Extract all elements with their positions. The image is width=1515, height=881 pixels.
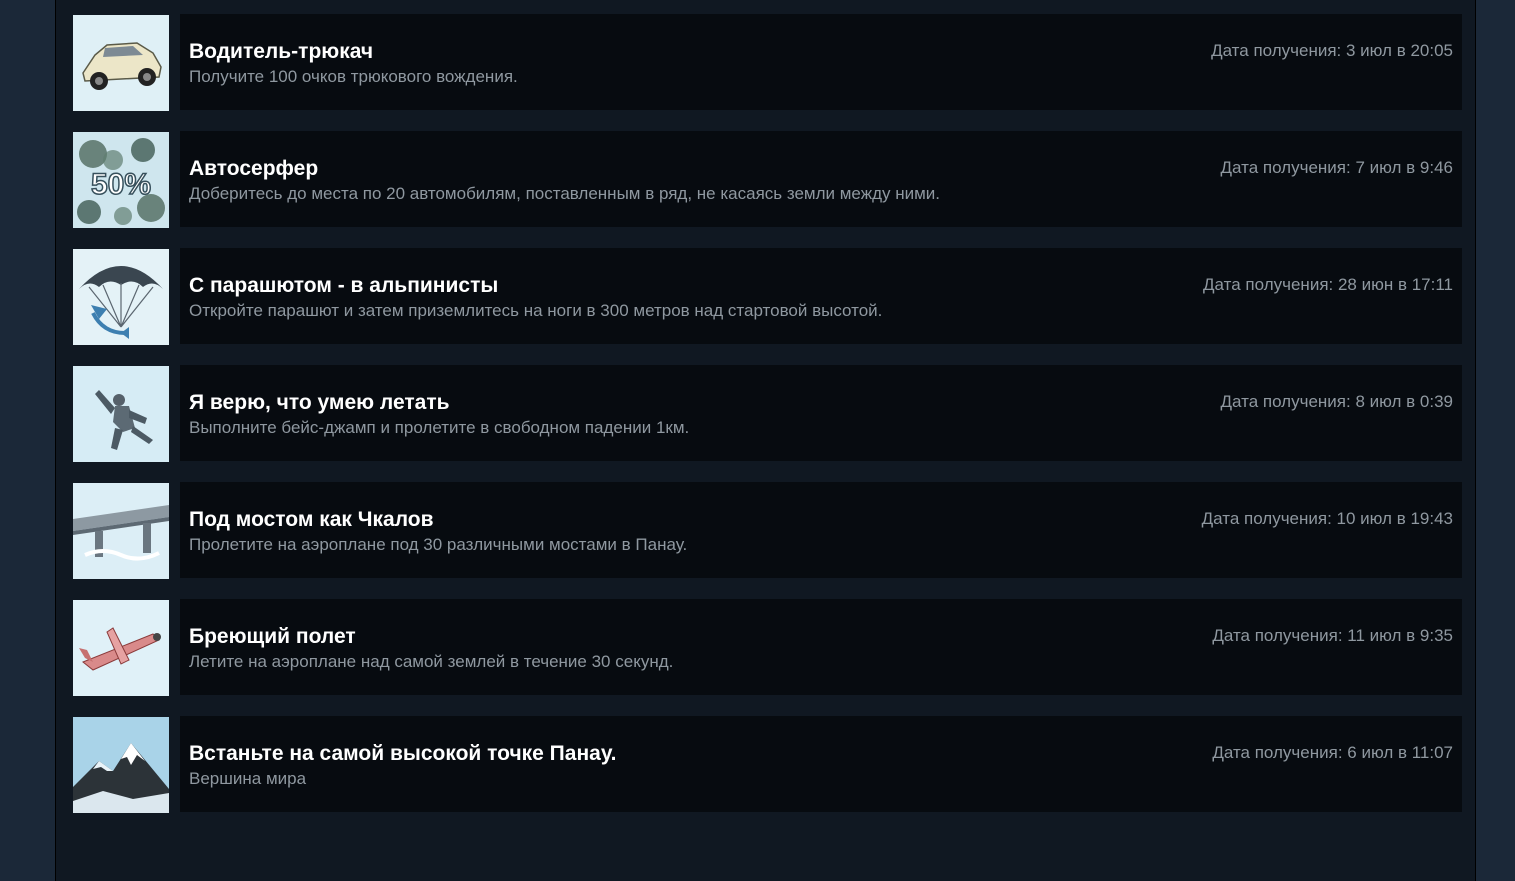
unlock-date: Дата получения: 10 июл в 19:43: [1201, 509, 1453, 528]
achievement-card: Под мостом как Чкалов Пролетите на аэроп…: [180, 482, 1462, 578]
achievements-panel: Водитель-трюкач Получите 100 очков трюко…: [55, 0, 1476, 881]
parachute-icon: [73, 249, 169, 345]
achievement-description: Получите 100 очков трюкового вождения.: [189, 67, 518, 86]
achievement-description: Доберитесь до места по 20 автомобилям, п…: [189, 184, 940, 203]
icon-percent-text: 50%: [91, 168, 151, 201]
unlock-date: Дата получения: 7 июл в 9:46: [1220, 158, 1453, 177]
achievement-title: Встаньте на самой высокой точке Панау.: [189, 742, 617, 765]
achievement-description: Летите на аэроплане над самой землей в т…: [189, 652, 674, 671]
achievement-row: Я верю, что умею летать Выполните бейс-д…: [73, 365, 1462, 462]
achievement-card: Я верю, что умею летать Выполните бейс-д…: [180, 365, 1462, 461]
achievement-description: Пролетите на аэроплане под 30 различными…: [189, 535, 688, 554]
achievement-title: Бреющий полет: [189, 625, 356, 648]
achievement-row: Встаньте на самой высокой точке Панау. В…: [73, 716, 1462, 813]
mountain-peak-icon: [73, 717, 169, 813]
achievement-title: Автосерфер: [189, 157, 319, 180]
bridge-icon: [73, 483, 169, 579]
achievement-title: Я верю, что умею летать: [189, 391, 450, 414]
achievement-card: Водитель-трюкач Получите 100 очков трюко…: [180, 14, 1462, 110]
achievement-row: 50% Автосерфер Доберитесь до места по 20…: [73, 131, 1462, 228]
unlock-date: Дата получения: 11 июл в 9:35: [1212, 626, 1453, 645]
achievement-description: Выполните бейс-джамп и пролетите в свобо…: [189, 418, 690, 437]
car-surfer-50-percent-icon: 50%: [73, 132, 169, 228]
achievement-card: Встаньте на самой высокой точке Панау. В…: [180, 716, 1462, 812]
achievement-card: Автосерфер Доберитесь до места по 20 авт…: [180, 131, 1462, 227]
airplane-icon: [73, 600, 169, 696]
achievement-description: Вершина мира: [189, 769, 307, 788]
achievement-title: С парашютом - в альпинисты: [189, 274, 499, 297]
stunt-car-icon: [73, 15, 169, 111]
achievement-card: Бреющий полет Летите на аэроплане над са…: [180, 599, 1462, 695]
achievement-row: Водитель-трюкач Получите 100 очков трюко…: [73, 14, 1462, 111]
unlock-date: Дата получения: 28 июн в 17:11: [1203, 275, 1453, 294]
unlock-date: Дата получения: 3 июл в 20:05: [1211, 41, 1453, 60]
achievement-row: Бреющий полет Летите на аэроплане над са…: [73, 599, 1462, 696]
skydiver-icon: [73, 366, 169, 462]
achievement-title: Водитель-трюкач: [189, 40, 374, 63]
achievement-list: Водитель-трюкач Получите 100 очков трюко…: [73, 14, 1462, 833]
unlock-date: Дата получения: 8 июл в 0:39: [1220, 392, 1453, 411]
achievement-row: Под мостом как Чкалов Пролетите на аэроп…: [73, 482, 1462, 579]
achievement-title: Под мостом как Чкалов: [189, 508, 434, 531]
achievement-row: С парашютом - в альпинисты Откройте пара…: [73, 248, 1462, 345]
achievement-description: Откройте парашют и затем приземлитесь на…: [189, 301, 883, 320]
unlock-date: Дата получения: 6 июл в 11:07: [1212, 743, 1453, 762]
achievement-card: С парашютом - в альпинисты Откройте пара…: [180, 248, 1462, 344]
